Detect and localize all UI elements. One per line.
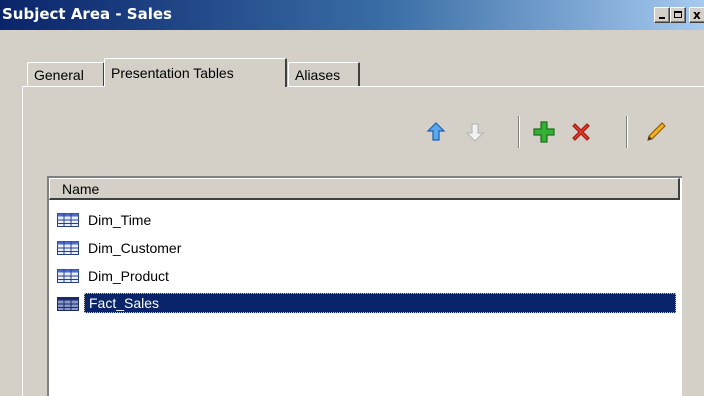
move-down-button[interactable] <box>461 118 489 146</box>
list-item[interactable]: Dim_Customer <box>55 237 680 259</box>
table-icon <box>57 297 79 311</box>
tab-presentation-tables[interactable]: Presentation Tables <box>104 58 287 87</box>
delete-button[interactable] <box>567 118 595 146</box>
arrow-up-icon <box>426 122 446 141</box>
window-title: Subject Area - Sales <box>2 5 172 23</box>
maximize-icon <box>674 11 682 18</box>
list-item[interactable]: Dim_Product <box>55 265 680 287</box>
table-icon <box>57 269 79 283</box>
close-button[interactable]: x <box>689 7 704 23</box>
x-icon <box>572 123 590 141</box>
close-icon: x <box>693 8 701 22</box>
tab-general[interactable]: General <box>27 62 105 86</box>
plus-icon <box>533 121 555 143</box>
minimize-icon <box>659 17 665 19</box>
pencil-icon <box>647 122 666 141</box>
tab-aliases[interactable]: Aliases <box>288 62 360 86</box>
list-item-label: Dim_Customer <box>88 240 182 256</box>
toolbar <box>0 114 704 154</box>
toolbar-separator <box>626 116 628 148</box>
tab-strip: General Presentation Tables Aliases <box>0 54 704 87</box>
list-item-label: Dim_Product <box>88 268 169 284</box>
table-icon <box>57 241 79 255</box>
list-item[interactable]: Fact_Sales <box>55 293 680 315</box>
move-up-button[interactable] <box>422 118 450 146</box>
column-header-name[interactable]: Name <box>49 178 680 200</box>
list-item-label: Fact_Sales <box>84 293 676 313</box>
list-item-label: Dim_Time <box>88 212 152 228</box>
list-item[interactable]: Dim_Time <box>55 209 680 231</box>
minimize-button[interactable] <box>654 7 670 23</box>
table-icon <box>57 213 79 227</box>
edit-button[interactable] <box>642 118 670 146</box>
maximize-button[interactable] <box>670 7 686 23</box>
presentation-tables-list[interactable]: Name Dim_Time Dim_Customer Dim_Product F… <box>47 176 682 396</box>
arrow-down-icon <box>465 123 485 142</box>
title-bar[interactable]: Subject Area - Sales x <box>0 0 704 30</box>
toolbar-separator <box>518 116 520 148</box>
add-button[interactable] <box>530 118 558 146</box>
